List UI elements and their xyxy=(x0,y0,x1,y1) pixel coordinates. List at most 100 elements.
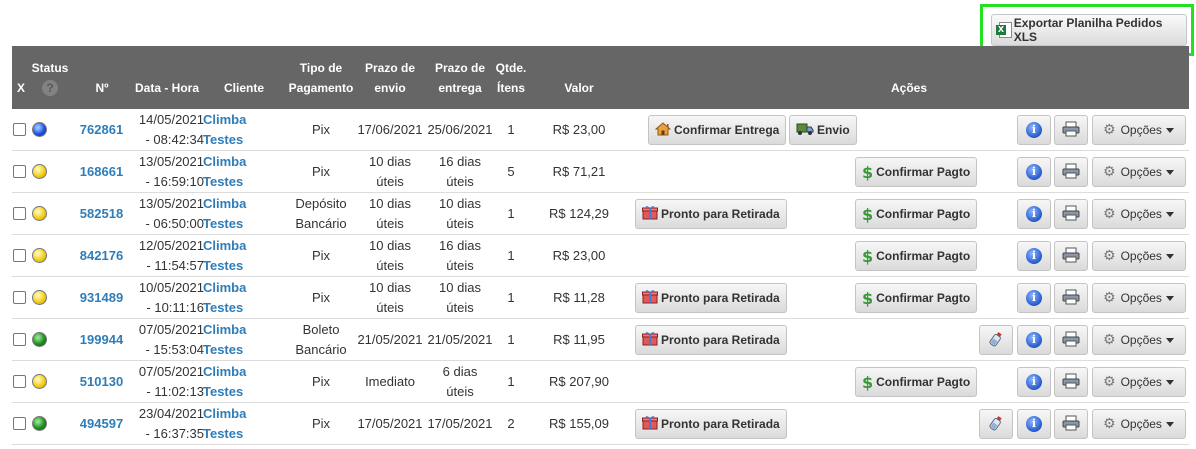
header-qtde-line2: Ítens xyxy=(496,81,525,95)
options-dropdown[interactable]: ⚙ Opções xyxy=(1092,157,1186,187)
header-envio-line2: envio xyxy=(374,81,406,95)
info-button[interactable]: i xyxy=(1017,115,1051,145)
row-checkbox[interactable] xyxy=(13,375,26,388)
order-value: R$ 71,21 xyxy=(552,163,606,179)
client-name-line1: Climba xyxy=(203,195,247,211)
info-button[interactable]: i xyxy=(1017,283,1051,313)
info-button[interactable]: i xyxy=(1017,367,1051,397)
header-entrega-line1: Prazo de xyxy=(434,61,485,75)
info-button[interactable]: i xyxy=(1017,199,1051,229)
options-dropdown[interactable]: ⚙ Opções xyxy=(1092,325,1186,355)
order-number-link[interactable]: 168661 xyxy=(74,151,129,192)
header-entrega-line2: entrega xyxy=(438,81,482,95)
row-checkbox[interactable] xyxy=(13,291,26,304)
shipping-deadline: 10 dias úteis xyxy=(355,193,425,234)
order-number-link[interactable]: 762861 xyxy=(74,109,129,150)
order-number-link[interactable]: 494597 xyxy=(74,403,129,444)
client-name-line2: Testes xyxy=(203,299,244,315)
print-button[interactable] xyxy=(1054,241,1088,271)
order-date: 13/05/2021 xyxy=(138,195,204,211)
client-link[interactable]: Climba Testes xyxy=(203,277,253,318)
status-help-icon[interactable]: ? xyxy=(41,80,59,96)
client-link[interactable]: Climba Testes xyxy=(203,403,253,444)
envio-button[interactable]: Envio xyxy=(789,115,857,145)
pronto-retirada-button[interactable]: Pronto para Retirada xyxy=(635,325,787,355)
help-icon: ? xyxy=(42,80,58,96)
payment-type: Pix xyxy=(284,109,358,150)
print-button[interactable] xyxy=(1054,157,1088,187)
header-qtde-line1: Qtde. xyxy=(495,61,527,75)
info-button[interactable]: i xyxy=(1017,157,1051,187)
options-dropdown[interactable]: ⚙ Opções xyxy=(1092,409,1186,439)
tracking-button[interactable] xyxy=(979,325,1013,355)
item-quantity: 5 xyxy=(507,163,515,179)
shipping-deadline-line: úteis xyxy=(376,299,404,315)
client-link[interactable]: Climba Testes xyxy=(203,193,253,234)
print-button[interactable] xyxy=(1054,367,1088,397)
pronto-retirada-button[interactable]: Pronto para Retirada xyxy=(635,199,787,229)
tracking-button[interactable] xyxy=(979,409,1013,439)
pronto-retirada-button[interactable]: Pronto para Retirada xyxy=(635,283,787,313)
order-number-link[interactable]: 510130 xyxy=(74,361,129,402)
pronto-retirada-button[interactable]: Pronto para Retirada xyxy=(635,409,787,439)
options-dropdown[interactable]: ⚙ Opções xyxy=(1092,367,1186,397)
chevron-down-icon xyxy=(1165,295,1174,301)
printer-icon xyxy=(1062,373,1080,392)
client-link[interactable]: Climba Testes xyxy=(203,361,253,402)
options-dropdown[interactable]: ⚙ Opções xyxy=(1092,241,1186,271)
order-number-link[interactable]: 199944 xyxy=(74,319,129,360)
payment-type: Depósito Bancário xyxy=(284,193,358,234)
delivery-deadline: 6 dias úteis xyxy=(425,361,495,402)
item-quantity: 1 xyxy=(507,331,515,347)
print-button[interactable] xyxy=(1054,325,1088,355)
shipping-deadline-line: úteis xyxy=(376,215,404,231)
status-green-icon xyxy=(32,416,47,431)
options-dropdown[interactable]: ⚙ Opções xyxy=(1092,199,1186,229)
info-button[interactable]: i xyxy=(1017,409,1051,439)
row-checkbox[interactable] xyxy=(13,165,26,178)
confirmar-pagto-button[interactable]: $ Confirmar Pagto xyxy=(855,157,978,187)
dollar-icon: $ xyxy=(862,246,874,266)
options-dropdown[interactable]: ⚙ Opções xyxy=(1092,283,1186,313)
info-button[interactable]: i xyxy=(1017,241,1051,271)
order-number-link[interactable]: 582518 xyxy=(74,193,129,234)
order-date: 23/04/2021 xyxy=(138,405,204,421)
client-name-line1: Climba xyxy=(203,279,247,295)
print-button[interactable] xyxy=(1054,283,1088,313)
client-link[interactable]: Climba Testes xyxy=(203,235,253,276)
row-checkbox[interactable] xyxy=(13,333,26,346)
client-name-line2: Testes xyxy=(203,425,244,441)
status-blue-icon xyxy=(32,122,47,137)
order-number-link[interactable]: 842176 xyxy=(74,235,129,276)
export-xls-button[interactable]: X Exportar Planilha Pedidos XLS xyxy=(991,14,1187,46)
row-checkbox[interactable] xyxy=(13,207,26,220)
confirmar-pagto-button[interactable]: $ Confirmar Pagto xyxy=(855,241,978,271)
print-button[interactable] xyxy=(1054,409,1088,439)
confirmar-pagto-button[interactable]: $ Confirmar Pagto xyxy=(855,283,978,313)
print-button[interactable] xyxy=(1054,199,1088,229)
row-checkbox[interactable] xyxy=(13,417,26,430)
table-row: 582518 13/05/2021 - 06:50:00 Climba Testes De… xyxy=(12,193,1189,235)
print-button[interactable] xyxy=(1054,115,1088,145)
client-link[interactable]: Climba Testes xyxy=(203,151,253,192)
client-link[interactable]: Climba Testes xyxy=(203,319,253,360)
options-label: Opções xyxy=(1120,165,1162,179)
confirmar-entrega-button[interactable]: Confirmar Entrega xyxy=(648,115,787,145)
order-date-time: 23/04/2021 - 16:37:35 xyxy=(130,403,204,444)
row-checkbox[interactable] xyxy=(13,123,26,136)
order-time: - 06:50:00 xyxy=(145,215,204,231)
order-number-link[interactable]: 931489 xyxy=(74,277,129,318)
dollar-icon: $ xyxy=(862,372,874,392)
row-checkbox[interactable] xyxy=(13,249,26,262)
gear-icon: ⚙ xyxy=(1103,290,1116,306)
shipping-deadline-line: 17/06/2021 xyxy=(357,121,423,137)
info-button[interactable]: i xyxy=(1017,325,1051,355)
confirmar-pagto-button[interactable]: $ Confirmar Pagto xyxy=(855,199,978,229)
client-link[interactable]: Climba Testes xyxy=(203,109,253,150)
confirmar-pagto-button[interactable]: $ Confirmar Pagto xyxy=(855,367,978,397)
shipping-deadline: 10 dias úteis xyxy=(355,235,425,276)
options-dropdown[interactable]: ⚙ Opções xyxy=(1092,115,1186,145)
item-quantity: 1 xyxy=(507,289,515,305)
shipping-deadline-line: 10 dias xyxy=(369,153,411,169)
info-icon: i xyxy=(1026,122,1042,138)
